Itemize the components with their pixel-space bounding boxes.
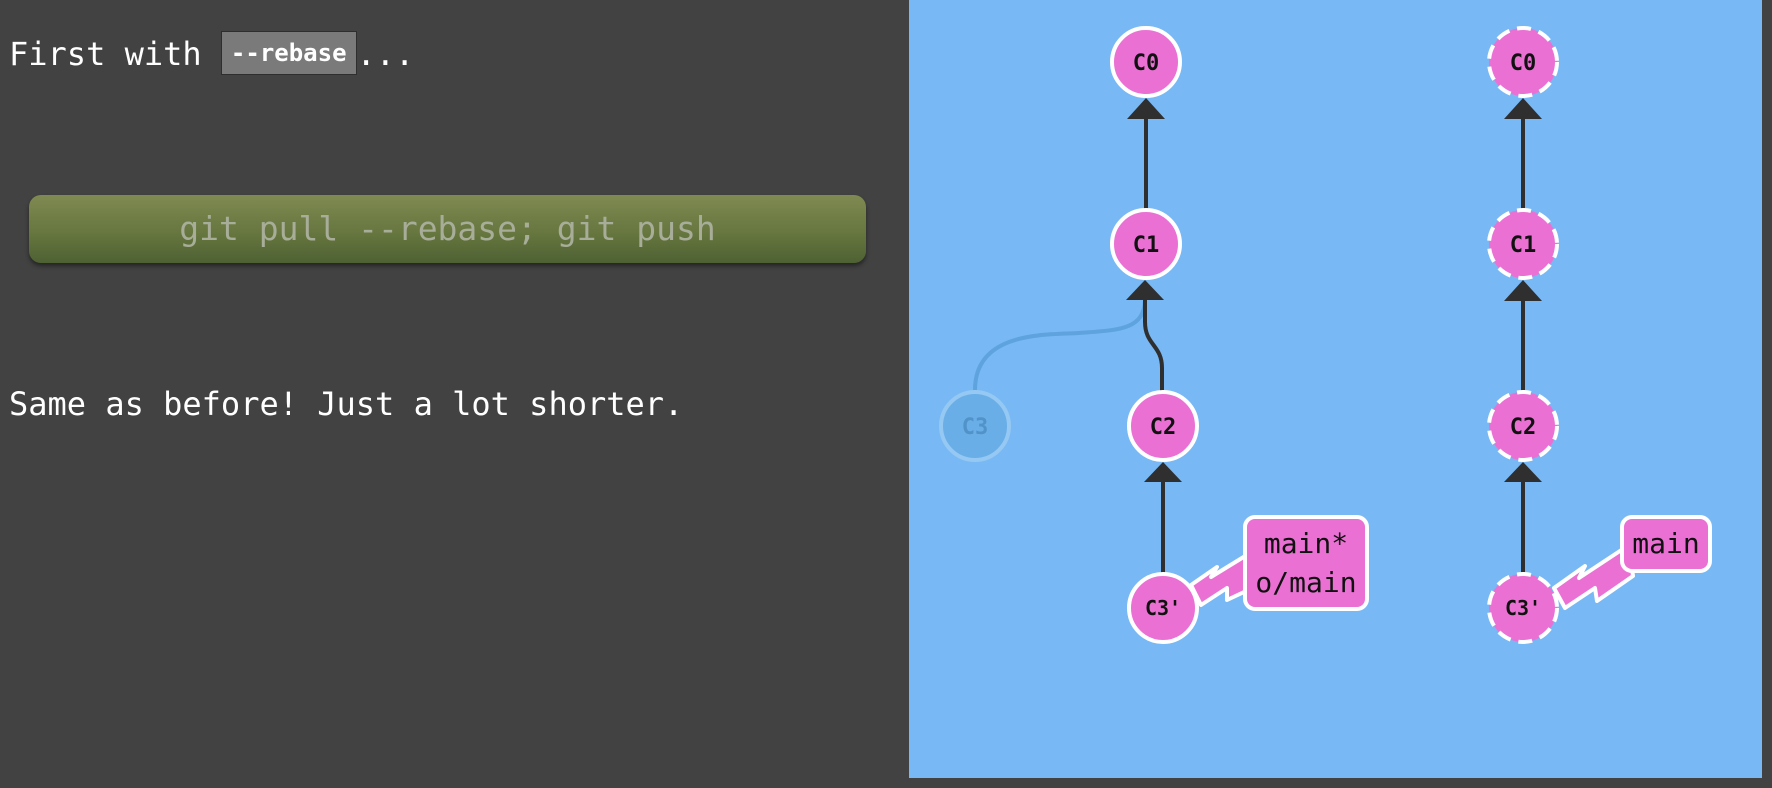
- command-button[interactable]: git pull --rebase; git push: [29, 195, 866, 263]
- edge-c3p-c2: [1144, 462, 1182, 573]
- remote-commit-c2[interactable]: C2: [1487, 390, 1559, 462]
- svg-text:C2: C2: [1150, 415, 1177, 440]
- svg-text:C0: C0: [1133, 51, 1160, 76]
- commit-c0[interactable]: C0: [1110, 26, 1182, 98]
- edge-c1-c0: [1127, 98, 1165, 211]
- intro-suffix: ...: [356, 35, 415, 73]
- rebase-flag-code: --rebase: [220, 31, 357, 75]
- edge-c2-c1: [1126, 280, 1164, 391]
- local-tree: C3 C0 C1 C2 C3' main* o/main: [939, 26, 1369, 644]
- git-visualization: C3 C0 C1 C2 C3' main* o/main C0 C1 C2 C3…: [909, 0, 1762, 778]
- commit-ghost-c3: C3: [939, 390, 1011, 462]
- commit-c3-prime[interactable]: C3': [1127, 572, 1199, 644]
- svg-text:C3: C3: [962, 415, 989, 440]
- ghost-edge: [973, 299, 1147, 391]
- branch-o-main: o/main: [1255, 566, 1356, 599]
- summary-text: Same as before! Just a lot shorter.: [9, 385, 684, 423]
- remote-commit-c1[interactable]: C1: [1487, 208, 1559, 280]
- remote-branch-label-main[interactable]: main: [1552, 515, 1712, 610]
- svg-text:C1: C1: [1510, 233, 1537, 258]
- svg-text:C3': C3': [1505, 596, 1541, 620]
- intro-text: First with --rebase...: [9, 30, 414, 78]
- remote-edge-c1-c0: [1504, 98, 1542, 211]
- remote-branch-main: main: [1632, 527, 1699, 560]
- svg-text:C2: C2: [1510, 415, 1537, 440]
- remote-commit-c3-prime[interactable]: C3': [1487, 572, 1559, 644]
- branch-label-main-o-main[interactable]: main* o/main: [1189, 515, 1369, 611]
- remote-edge-c2-c1: [1504, 280, 1542, 393]
- svg-text:C1: C1: [1133, 233, 1160, 258]
- commit-c2[interactable]: C2: [1127, 390, 1199, 462]
- svg-text:C3': C3': [1145, 596, 1181, 620]
- svg-text:C0: C0: [1510, 51, 1537, 76]
- remote-tree: C0 C1 C2 C3' main: [1487, 26, 1712, 644]
- branch-main-star: main*: [1264, 527, 1348, 560]
- commit-c1[interactable]: C1: [1110, 208, 1182, 280]
- remote-commit-c0[interactable]: C0: [1487, 26, 1559, 98]
- commit-graph: C3 C0 C1 C2 C3' main* o/main C0 C1 C2 C3…: [939, 26, 1712, 644]
- instruction-pane: First with --rebase... git pull --rebase…: [0, 0, 905, 788]
- remote-edge-c3p-c2: [1504, 462, 1542, 575]
- intro-prefix: First with: [9, 35, 221, 73]
